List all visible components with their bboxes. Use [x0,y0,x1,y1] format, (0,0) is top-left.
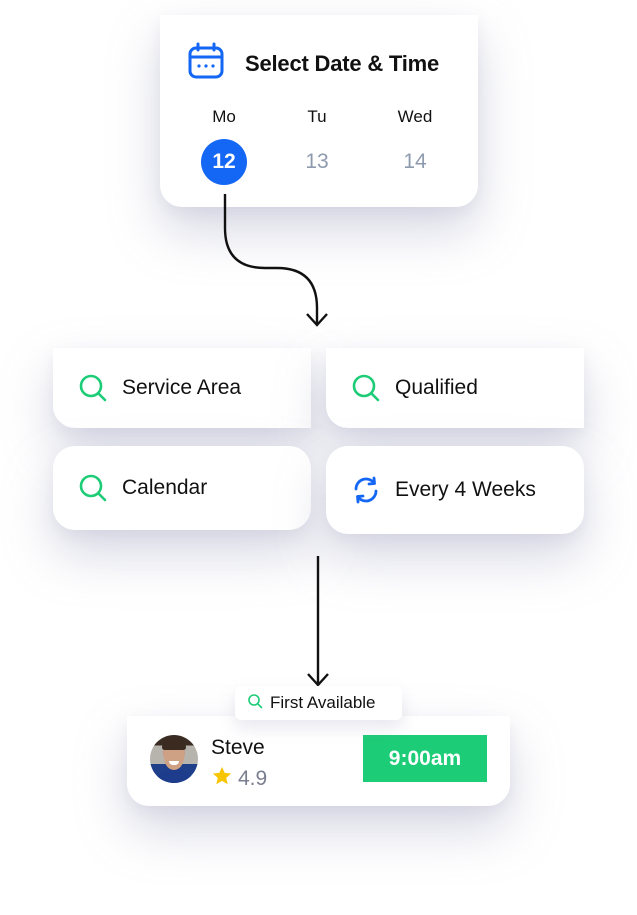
day-name: Tu [307,107,327,126]
date-time-card: Select Date & Time Mo 12 Tu 13 Wed 14 [160,15,478,207]
date-card-header: Select Date & Time [186,41,439,86]
day-option-monday[interactable]: Mo 12 [189,107,259,185]
provider-rating: 4.9 [211,765,267,792]
day-name: Mo [212,107,236,126]
filter-service-area: Service Area [53,348,311,428]
filter-label: Service Area [122,376,242,399]
search-icon [77,372,109,404]
search-icon [77,472,109,504]
day-number[interactable]: 14 [392,139,438,185]
day-name: Wed [397,107,433,126]
time-slot-button[interactable]: 9:00am [363,735,487,782]
filter-qualified: Qualified [326,348,584,428]
provider-result-card: Steve 4.9 9:00am [127,716,510,806]
filter-calendar: Calendar [53,446,311,530]
day-number[interactable]: 13 [294,139,340,185]
search-icon [350,372,382,404]
provider-name: Steve [211,736,265,759]
day-option-tuesday[interactable]: Tu 13 [282,107,352,185]
first-available-badge: First Available [235,686,402,720]
star-icon [211,765,233,792]
badge-label: First Available [270,693,376,712]
refresh-icon [350,474,382,506]
filter-label: Qualified [395,376,478,399]
calendar-icon [186,41,226,86]
filter-label: Every 4 Weeks [395,478,536,501]
filter-label: Calendar [122,476,208,499]
rating-value: 4.9 [238,766,268,790]
day-option-wednesday[interactable]: Wed 14 [380,107,450,185]
day-number-selected[interactable]: 12 [201,139,247,185]
curved-arrow [223,194,319,324]
card-title: Select Date & Time [245,50,440,76]
filter-recurrence: Every 4 Weeks [326,446,584,534]
avatar [150,735,198,783]
search-icon [235,693,263,714]
straight-arrow-head [307,673,329,687]
curved-arrow-head [306,313,328,327]
